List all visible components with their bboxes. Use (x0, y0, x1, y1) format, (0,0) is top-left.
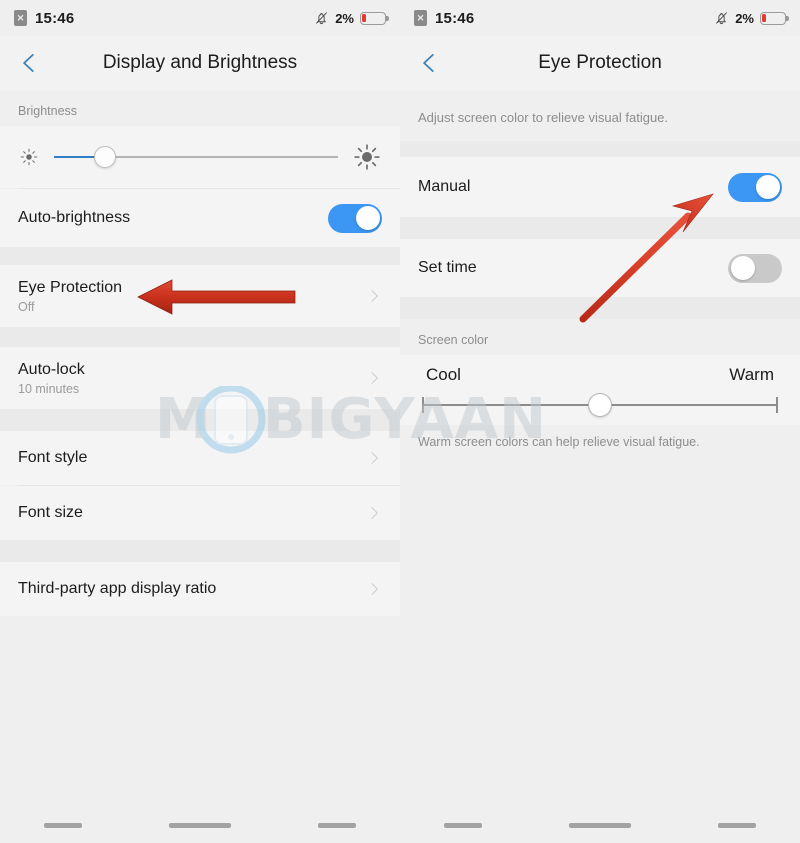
cool-warm-labels: Cool Warm (400, 355, 800, 385)
section-gap (400, 297, 800, 319)
page-title-right: Eye Protection (538, 52, 662, 73)
row-title: Manual (418, 178, 471, 195)
row-texts: Font style (18, 449, 87, 467)
right-phone-screen: ✕ 15:46 2% Eye Protection Adjust screen … (400, 0, 800, 843)
brightness-slider[interactable] (54, 145, 338, 169)
row-texts: Auto-lock 10 minutes (18, 361, 85, 396)
back-bar[interactable] (318, 822, 357, 828)
bell-muted-icon (716, 12, 728, 25)
row-set-time[interactable]: Set time (400, 239, 800, 297)
sim-x-icon: ✕ (14, 10, 27, 26)
nav-bar-right (400, 807, 800, 843)
screen-color-tick-max (776, 397, 778, 413)
row-subtitle: Off (18, 299, 35, 314)
screen-color-hint: Warm screen colors can help relieve visu… (400, 425, 800, 461)
row-title: Set time (418, 259, 477, 276)
warm-label: Warm (729, 365, 774, 384)
chevron-right-icon (371, 583, 378, 595)
row-auto-lock[interactable]: Auto-lock 10 minutes (0, 347, 400, 409)
status-time: 15:46 (35, 9, 75, 27)
battery-percent-label: 2% (735, 10, 754, 26)
chevron-right-icon (371, 290, 378, 302)
chevron-right-icon (371, 507, 378, 519)
chevron-right-icon (371, 452, 378, 464)
row-title: Font style (18, 449, 88, 466)
battery-percent-label: 2% (335, 10, 354, 26)
row-title: Font size (18, 504, 83, 521)
section-gap (400, 141, 800, 157)
home-bar[interactable] (168, 822, 231, 828)
brightness-low-icon (20, 148, 38, 166)
screen-color-tick-min (422, 397, 424, 413)
section-gap (0, 247, 400, 265)
recents-bar[interactable] (443, 822, 482, 828)
battery-low-icon (360, 11, 389, 25)
row-auto-brightness[interactable]: Auto-brightness (0, 189, 400, 247)
sim-x-icon: ✕ (414, 10, 427, 26)
row-manual[interactable]: Manual (400, 157, 800, 217)
recents-bar[interactable] (43, 822, 82, 828)
back-chevron-icon[interactable] (416, 50, 442, 76)
battery-low-icon (760, 11, 789, 25)
back-chevron-icon[interactable] (16, 50, 42, 76)
home-bar[interactable] (568, 822, 631, 828)
bell-muted-icon (316, 12, 328, 25)
eye-protection-description: Adjust screen color to relieve visual fa… (400, 90, 800, 141)
row-font-style[interactable]: Font style (0, 431, 400, 485)
brightness-section-label: Brightness (0, 90, 400, 126)
row-texts: Set time (418, 259, 477, 277)
row-title: Third-party app display ratio (18, 580, 217, 597)
screen-color-section-label: Screen color (400, 319, 800, 355)
back-bar[interactable] (718, 822, 757, 828)
nav-bar-left (0, 807, 400, 843)
section-gap (0, 540, 400, 562)
row-texts: Manual (418, 178, 470, 196)
row-third-party-app-display-ratio[interactable]: Third-party app display ratio (0, 562, 400, 616)
brightness-slider-thumb[interactable] (94, 146, 117, 168)
title-bar-left: Display and Brightness (0, 36, 400, 90)
page-title-left: Display and Brightness (102, 52, 298, 73)
row-title: Eye Protection (18, 278, 123, 296)
status-bar-right: ✕ 15:46 2% (400, 0, 800, 36)
set-time-toggle[interactable] (728, 253, 782, 283)
status-bar-right-group: 2% (714, 10, 789, 26)
status-bar-left-group: ✕ 15:46 (14, 10, 74, 27)
row-texts: Eye Protection Off (18, 279, 122, 314)
screen-color-slider[interactable] (400, 385, 800, 425)
brightness-high-icon (354, 144, 380, 170)
left-phone-screen: ✕ 15:46 2% Display and Brightness Bright… (0, 0, 400, 843)
row-texts: Third-party app display ratio (18, 580, 216, 598)
dual-screenshot-container: ✕ 15:46 2% Display and Brightness Bright… (0, 0, 800, 843)
section-gap (0, 409, 400, 431)
row-title: Auto-brightness (18, 209, 131, 226)
status-time: 15:46 (435, 9, 475, 27)
section-gap (0, 327, 400, 347)
status-bar-left: ✕ 15:46 2% (0, 0, 400, 36)
row-texts: Font size (18, 504, 83, 522)
row-subtitle: 10 minutes (18, 381, 80, 396)
status-bar-right-group: 2% (314, 10, 389, 26)
row-title: Auto-lock (18, 360, 85, 378)
cool-label: Cool (426, 365, 461, 384)
chevron-right-icon (371, 372, 378, 384)
brightness-slider-row[interactable] (0, 126, 400, 188)
manual-toggle[interactable] (728, 172, 782, 202)
row-texts: Auto-brightness (18, 209, 130, 227)
row-font-size[interactable]: Font size (0, 486, 400, 540)
status-bar-left-group: ✕ 15:46 (414, 10, 474, 27)
auto-brightness-toggle[interactable] (328, 203, 382, 233)
section-gap (400, 217, 800, 239)
title-bar-right: Eye Protection (400, 36, 800, 90)
screen-color-slider-thumb[interactable] (588, 393, 612, 417)
row-eye-protection[interactable]: Eye Protection Off (0, 265, 400, 327)
